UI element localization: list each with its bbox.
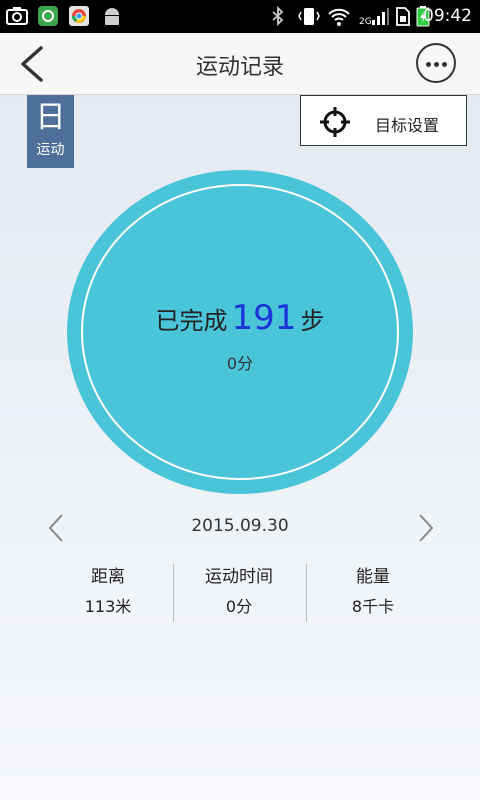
more-icon-dot: [442, 62, 447, 67]
chevron-right-icon: [419, 514, 434, 542]
title-bar: 运动记录: [0, 33, 480, 95]
vibrate-icon: [298, 8, 320, 25]
day-tab[interactable]: 日 运动: [27, 95, 74, 168]
stat-distance: 距离 113米: [41, 562, 175, 622]
stat-label: 距离: [91, 567, 125, 587]
stat-value: 113米: [84, 597, 132, 616]
day-tab-label: 日: [35, 100, 66, 135]
network-label: 2G: [359, 17, 372, 27]
wifi-icon: [328, 8, 350, 26]
status-bar: 2G 09:42: [0, 0, 480, 33]
steps-summary: 已完成 191 步: [67, 298, 413, 338]
steps-unit: 步: [300, 307, 325, 335]
status-time: 09:42: [423, 6, 472, 26]
stat-exercise-time: 运动时间 0分: [172, 562, 306, 622]
bluetooth-icon: [272, 6, 284, 27]
more-icon: [426, 62, 431, 67]
page-title: 运动记录: [195, 55, 284, 80]
stat-value: 8千卡: [351, 597, 395, 616]
current-date: 2015.09.30: [191, 516, 289, 536]
goal-settings-label: 目标设置: [375, 116, 440, 135]
more-button[interactable]: [416, 43, 456, 83]
more-icon-dot: [434, 62, 439, 67]
day-tab-sublabel: 运动: [36, 142, 65, 158]
stat-label: 运动时间: [205, 567, 273, 587]
stat-label: 能量: [356, 567, 390, 587]
android-icon: [105, 8, 119, 25]
next-day-button[interactable]: [414, 512, 438, 544]
camera-icon: [6, 7, 28, 25]
steps-count: 191: [231, 298, 297, 338]
stat-value: 0分: [225, 597, 253, 616]
goal-settings-button[interactable]: 目标设置: [300, 95, 467, 146]
stat-energy: 能量 8千卡: [306, 562, 440, 622]
app-icon: [38, 6, 58, 26]
crosshair-icon: [320, 107, 350, 137]
signal-2g-icon: 2G: [359, 8, 389, 27]
sim-icon: [396, 7, 410, 26]
exercise-minutes: 0分: [226, 354, 254, 373]
chrome-icon: [69, 6, 89, 26]
steps-prefix: 已完成: [155, 307, 228, 335]
stats-row: 距离 113米 运动时间 0分 能量 8千卡: [27, 562, 453, 624]
